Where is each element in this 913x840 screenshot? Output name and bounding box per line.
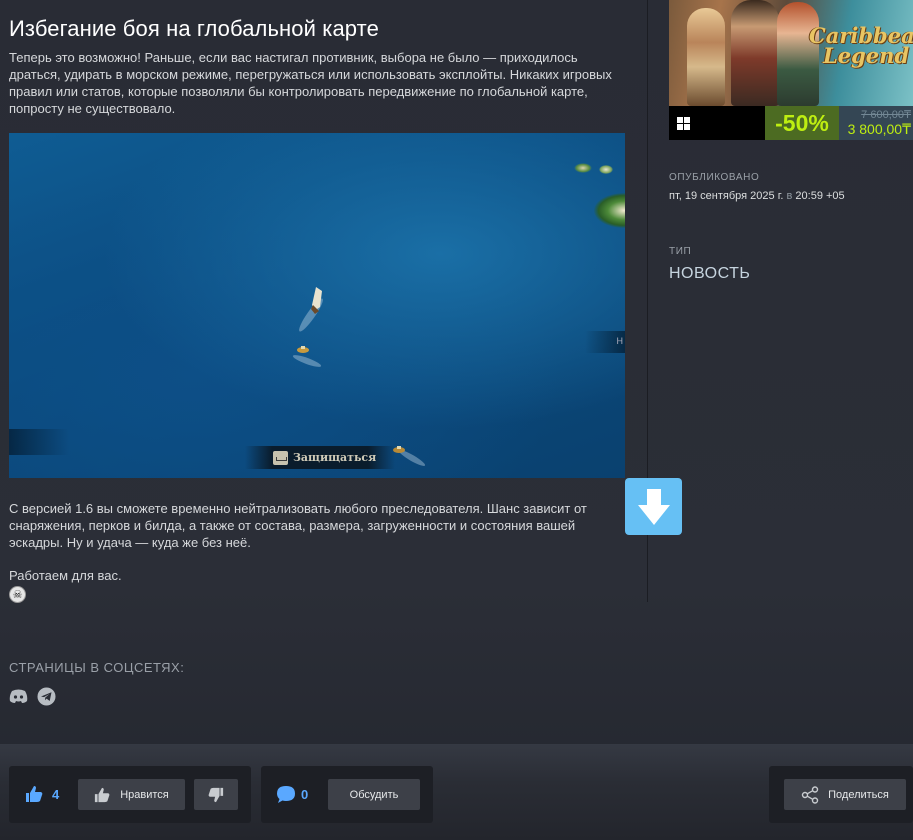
like-count: 4 (52, 787, 60, 802)
like-button[interactable]: Нравится (78, 779, 185, 810)
price-block: 7 600,00₸ 3 800,00₸ (839, 106, 913, 140)
comment-bubble-icon (277, 786, 295, 803)
published-datetime: пт, 19 сентября 2025 г. в 20:59 +05 (669, 190, 845, 202)
capsule-character (687, 8, 725, 106)
thumbs-down-icon (208, 787, 224, 802)
thumbs-up-outline-icon (95, 787, 110, 802)
article-body: С версией 1.6 вы сможете временно нейтра… (9, 501, 587, 550)
game-logo-line2: Legend (823, 43, 910, 68)
game-capsule-image[interactable]: Caribbean Legend (669, 0, 913, 106)
article-screenshot[interactable]: Н Защищаться (9, 133, 625, 478)
published-time: 20:59 +05 (795, 190, 845, 202)
hud-left-panel (9, 429, 69, 455)
share-label: Поделиться (828, 788, 889, 801)
dislike-button[interactable] (194, 779, 238, 810)
social-links (9, 687, 56, 706)
original-price: 7 600,00₸ (861, 109, 911, 121)
price-bar[interactable]: -50% 7 600,00₸ 3 800,00₸ (669, 106, 913, 140)
article-title: Избегание боя на глобальной карте (9, 16, 379, 41)
map-islet (599, 165, 613, 174)
article-main: Избегание боя на глобальной карте Теперь… (0, 0, 648, 603)
comment-group: 0 Обсудить (261, 766, 433, 823)
skull-icon: ☠ (9, 586, 26, 603)
article-sign: Работаем для вас. (9, 568, 122, 583)
published-at-word: в (786, 190, 793, 202)
final-price: 3 800,00₸ (847, 121, 911, 137)
share-icon (801, 785, 819, 804)
ship-wake (291, 353, 323, 369)
thumbs-up-icon (26, 786, 43, 802)
telegram-icon[interactable] (37, 687, 56, 706)
windows-icon (677, 116, 690, 130)
type-value: НОВОСТЬ (669, 265, 751, 282)
map-island (594, 193, 625, 228)
published-label: ОПУБЛИКОВАНО (669, 172, 760, 183)
arrow-down-icon (637, 488, 670, 525)
player-ship-icon (311, 287, 322, 314)
discord-icon[interactable] (9, 687, 28, 706)
platform-badge (669, 106, 765, 140)
capsule-character (731, 0, 779, 106)
keyboard-key-icon (273, 450, 288, 465)
discuss-button[interactable]: Обсудить (328, 779, 420, 810)
comment-count: 0 (301, 787, 309, 802)
social-label: СТРАНИЦЫ В СОЦСЕТЯХ: (9, 660, 185, 675)
defend-hud-button: Защищаться (245, 446, 395, 469)
published-date: пт, 19 сентября 2025 г. (669, 190, 784, 202)
rating-group: 4 Нравится (9, 766, 251, 823)
news-page: Избегание боя на глобальной карте Теперь… (0, 0, 913, 840)
type-label: ТИП (669, 246, 692, 257)
hud-right-letter: Н (616, 336, 624, 346)
download-button[interactable] (625, 478, 682, 535)
article-footer: 4 Нравится 0 Обсудить Поделиться (0, 744, 913, 840)
share-button[interactable]: Поделиться (784, 779, 906, 810)
defend-label: Защищаться (293, 451, 377, 464)
enemy-ship-icon (297, 346, 309, 353)
discount-badge: -50% (765, 106, 839, 140)
game-logo: Caribbean Legend (809, 25, 913, 68)
like-label: Нравится (120, 788, 169, 801)
hud-right-panel: Н (585, 331, 625, 353)
article-intro: Теперь это возможно! Раньше, если вас на… (9, 50, 612, 116)
share-group: Поделиться (769, 766, 913, 823)
map-islet (574, 163, 592, 173)
discuss-label: Обсудить (349, 788, 399, 801)
